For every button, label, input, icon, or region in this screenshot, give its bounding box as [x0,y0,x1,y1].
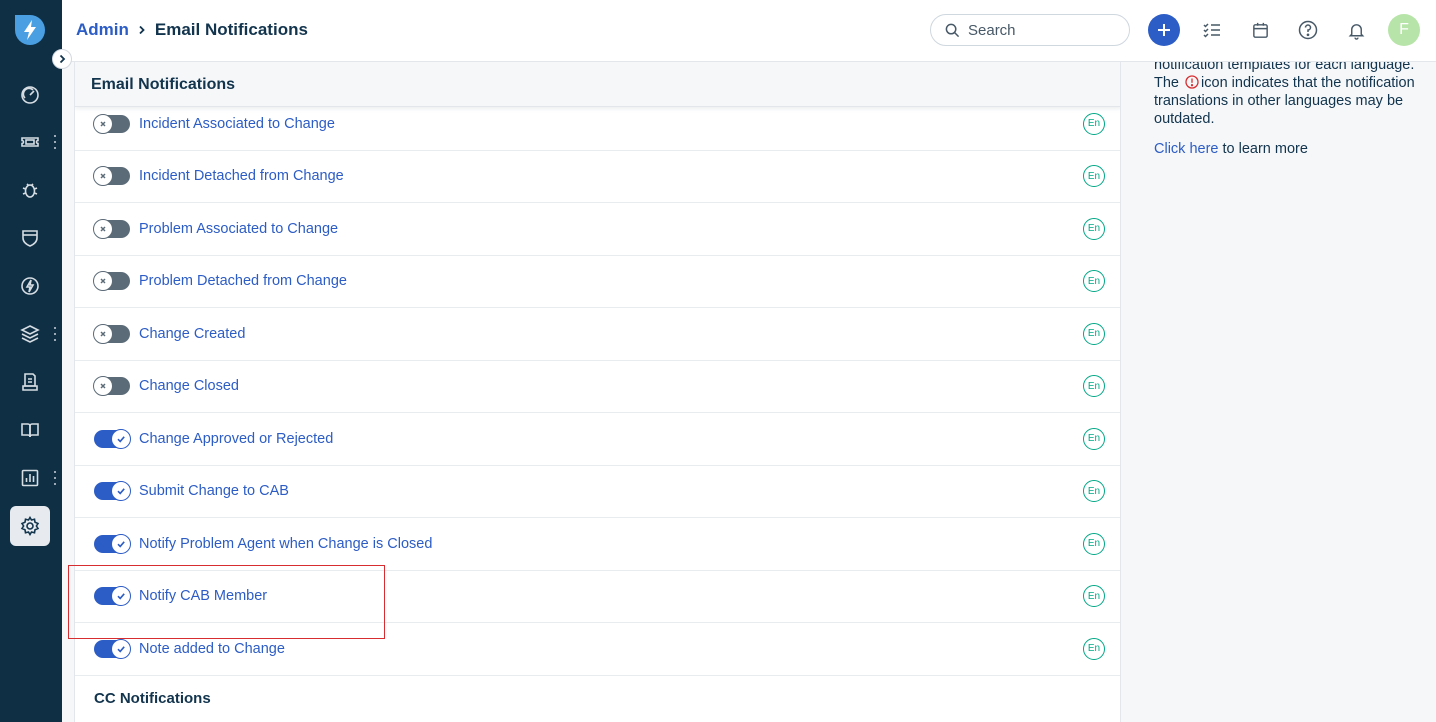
help-text-line-3: translations in other languages may be [1154,93,1404,109]
language-badge[interactable]: En [1083,112,1105,135]
search-icon [945,23,960,37]
notification-name-link[interactable]: Incident Associated to Change [139,116,335,132]
top-header: Admin Email Notifications F [62,0,1436,62]
nav-releases-bolt-icon[interactable] [12,268,48,304]
notification-row: Change Approved or Rejected En [75,413,1120,466]
nav-admin-settings-icon[interactable] [10,506,50,546]
help-side-panel: notification templates for each language… [1138,62,1436,722]
nav-assets-more-icon[interactable] [52,327,58,341]
toggle-switch-on[interactable] [94,638,131,659]
card-title: Email Notifications [75,62,1120,107]
sidebar-expand-chevron-icon[interactable] [52,49,72,69]
help-text-line-2a: The [1154,75,1179,91]
checklist-icon [1203,23,1220,38]
notification-name-link[interactable]: Problem Detached from Change [139,273,347,289]
toggle-switch-off[interactable] [93,271,130,292]
highlight-annotation-box [68,565,385,639]
check-icon [111,428,131,449]
language-badge[interactable]: En [1083,165,1105,188]
notification-row: Change Created En [75,308,1120,361]
nav-tickets-icon[interactable] [12,124,48,160]
calendar-icon [1252,22,1268,38]
warning-circle-icon [1185,75,1199,89]
nav-changes-shield-icon[interactable] [12,220,48,256]
language-badge[interactable]: En [1083,217,1105,240]
notification-name-link[interactable]: Change Approved or Rejected [139,431,333,447]
nav-analytics-more-icon[interactable] [52,471,58,485]
notification-name-link[interactable]: Incident Detached from Change [139,168,344,184]
notification-name-link[interactable]: Submit Change to CAB [139,483,289,499]
help-text: notification templates for each language… [1154,62,1429,128]
nav-solutions-book-icon[interactable] [12,412,48,448]
check-icon [111,481,131,502]
language-badge[interactable]: En [1083,637,1105,660]
search-box[interactable] [930,14,1130,46]
nav-dashboard-icon[interactable] [12,77,48,113]
nav-document-icon[interactable] [12,364,48,400]
search-input[interactable] [968,21,1108,39]
x-icon [93,376,113,397]
bell-icon [1348,23,1364,40]
notification-name-link[interactable]: Change Closed [139,378,239,394]
page-title: Email Notifications [154,20,308,39]
toggle-switch-off[interactable] [93,113,130,134]
nav-analytics-icon[interactable] [12,460,48,496]
notification-name-link[interactable]: Note added to Change [139,641,285,657]
check-icon [111,533,131,554]
check-icon [111,638,131,659]
notification-name-link[interactable]: Problem Associated to Change [139,221,338,237]
plus-icon [1158,24,1170,36]
help-text-line-2b: icon indicates that the notification [1201,75,1415,91]
notifications-button[interactable] [1340,14,1372,46]
x-icon [93,166,113,187]
new-item-plus-button[interactable] [1148,14,1180,46]
language-badge[interactable]: En [1083,427,1105,450]
toggle-switch-on[interactable] [94,533,131,554]
x-icon [93,323,113,344]
learn-more-suffix: to learn more [1218,141,1308,157]
language-badge[interactable]: En [1083,270,1105,293]
todo-checklist-button[interactable] [1196,14,1228,46]
nav-assets-layers-icon[interactable] [12,316,48,352]
breadcrumb-admin-link[interactable]: Admin [76,20,129,40]
help-icon [1298,20,1318,40]
x-icon [93,113,113,134]
help-text-line-1: notification templates for each language… [1154,62,1415,73]
help-text-line-4: outdated. [1154,111,1215,127]
sidebar [0,0,62,722]
learn-more-text: Click here to learn more [1154,141,1308,157]
language-badge[interactable]: En [1083,375,1105,398]
language-badge[interactable]: En [1083,585,1105,608]
toggle-switch-off[interactable] [93,218,130,239]
notification-row: Change Closed En [75,361,1120,413]
toggle-switch-off[interactable] [93,376,130,397]
calendar-button[interactable] [1244,14,1276,46]
notification-row: Problem Associated to Change En [75,203,1120,256]
breadcrumb: Admin Email Notifications [76,20,308,40]
notification-row: Submit Change to CAB En [75,466,1120,518]
language-badge[interactable]: En [1083,322,1105,345]
notification-name-link[interactable]: Notify Problem Agent when Change is Clos… [139,536,432,552]
toggle-switch-on[interactable] [94,481,131,502]
breadcrumb-separator-icon [137,22,147,38]
notification-row: Notify Problem Agent when Change is Clos… [75,518,1120,571]
click-here-link[interactable]: Click here [1154,141,1218,157]
language-badge[interactable]: En [1083,480,1105,503]
toggle-switch-off[interactable] [93,323,130,344]
x-icon [93,271,113,292]
notification-row: Problem Detached from Change En [75,256,1120,308]
cc-notifications-heading: CC Notifications [94,690,211,707]
toggle-switch-off[interactable] [93,166,130,187]
notification-row: Incident Detached from Change En [75,151,1120,203]
user-avatar[interactable]: F [1388,14,1420,46]
help-button[interactable] [1292,14,1324,46]
logo-icon[interactable] [14,14,46,46]
toggle-switch-on[interactable] [94,428,131,449]
notification-name-link[interactable]: Change Created [139,326,245,342]
nav-tickets-more-icon[interactable] [52,135,58,149]
language-badge[interactable]: En [1083,532,1105,555]
x-icon [93,218,113,239]
nav-problems-bug-icon[interactable] [12,172,48,208]
